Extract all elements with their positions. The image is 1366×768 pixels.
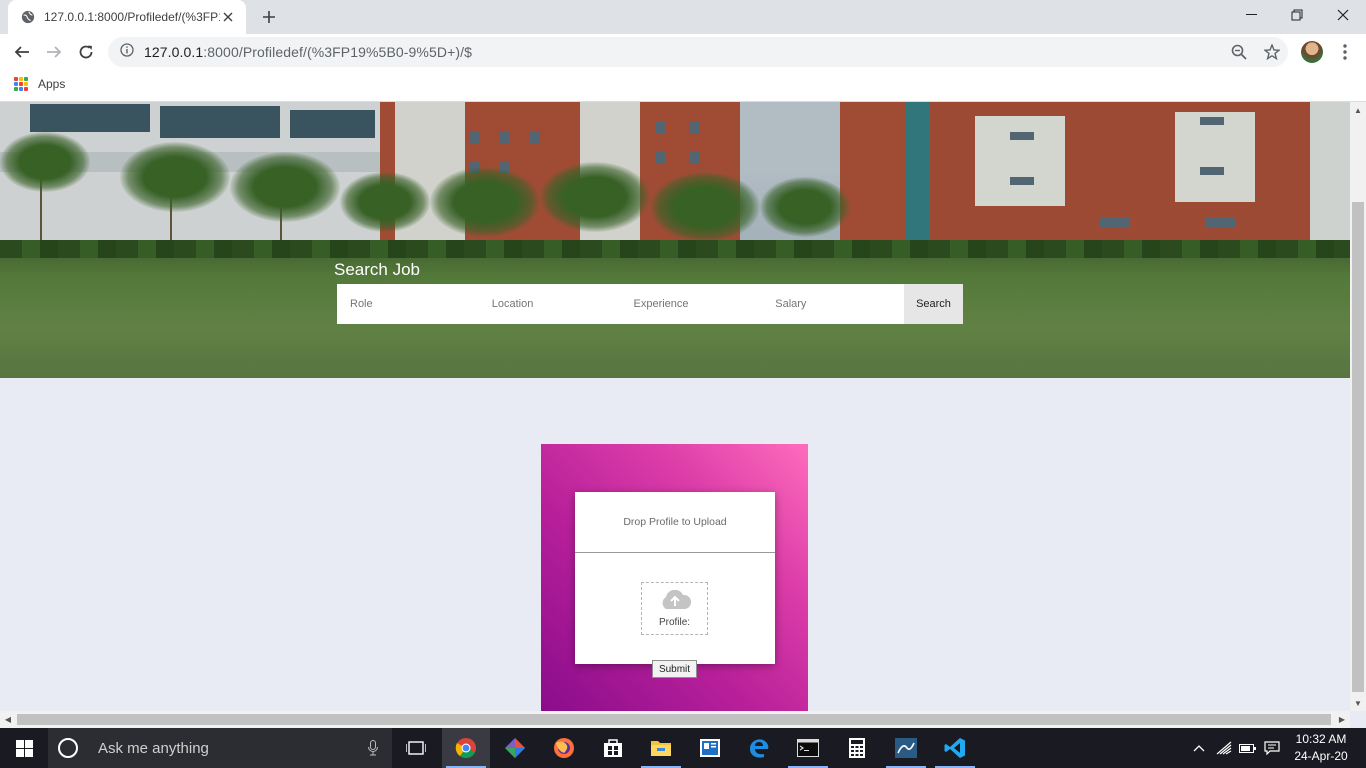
close-window-icon[interactable] [1320,0,1366,30]
browser-tab[interactable]: 127.0.0.1:8000/Profiledef/(%3FP19%5B0-9%… [8,0,246,34]
job-search-bar: Search [337,284,963,324]
minimize-window-icon[interactable] [1228,0,1274,30]
apps-grid-icon [14,77,28,91]
windows-start-icon[interactable] [0,728,48,768]
back-icon[interactable] [8,38,36,66]
salary-input[interactable] [762,284,904,324]
cortana-icon [58,738,78,758]
search-job-title: Search Job [334,260,420,279]
vscode-icon[interactable] [931,728,979,768]
url-text: 127.0.0.1:8000/Profiledef/(%3FP19%5B0-9%… [144,44,472,60]
restore-window-icon[interactable] [1274,0,1320,30]
profile-drop-zone[interactable]: Profile: [641,582,708,635]
mysql-workbench-icon[interactable] [882,728,930,768]
browser-toolbar: 127.0.0.1:8000/Profiledef/(%3FP19%5B0-9%… [0,34,1366,71]
tab-title: 127.0.0.1:8000/Profiledef/(%3FP19%5B0-9%… [44,10,220,24]
edge-icon[interactable] [735,728,783,768]
firefox-icon[interactable] [540,728,588,768]
hero-banner: Search Job Search [0,102,1350,378]
browser-menu-icon[interactable] [1333,38,1357,66]
new-tab-button[interactable] [258,6,280,28]
cortana-search-box[interactable]: Ask me anything [48,728,392,768]
zoom-icon[interactable] [1225,37,1253,67]
clock-time: 10:32 AM [1295,732,1347,746]
url-host: 127.0.0.1 [144,44,204,60]
microphone-icon[interactable] [368,740,378,761]
browser-tab-strip: 127.0.0.1:8000/Profiledef/(%3FP19%5B0-9%… [0,0,1366,34]
clock-date: 24-Apr-20 [1294,749,1348,763]
cortana-placeholder: Ask me anything [98,739,209,757]
scroll-down-icon[interactable]: ▼ [1350,695,1366,711]
apps-shortcut[interactable]: Apps [14,77,65,91]
windows-taskbar: Ask me anything 10:32 AM 24-Apr-20 [0,728,1366,768]
forward-icon[interactable] [40,38,68,66]
address-bar[interactable]: 127.0.0.1:8000/Profiledef/(%3FP19%5B0-9%… [108,37,1288,67]
battery-icon[interactable] [1236,728,1260,768]
globe-icon [20,9,36,25]
horizontal-scroll-thumb[interactable] [17,714,1331,725]
scroll-left-icon[interactable]: ◀ [0,711,16,727]
page-viewport: Search Job Search Drop Profile to Upload… [0,102,1350,711]
search-button[interactable]: Search [904,284,963,324]
apps-label: Apps [38,77,66,91]
profile-upload-card: Drop Profile to Upload Profile: Submit [541,444,808,711]
url-path: :8000/Profiledef/(%3FP19%5B0-9%5D+)/$ [203,44,472,60]
system-clock[interactable]: 10:32 AM 24-Apr-20 [1286,731,1356,765]
store-icon[interactable] [589,728,637,768]
scroll-right-icon[interactable]: ▶ [1334,711,1350,727]
vertical-scroll-thumb[interactable] [1352,202,1364,692]
profile-label: Profile: [658,616,691,628]
task-view-icon[interactable] [392,728,440,768]
bookmarks-bar: Apps [0,71,1366,102]
submit-button[interactable]: Submit [652,660,697,678]
bookmark-star-icon[interactable] [1258,37,1286,67]
hero-overlay [0,102,1350,378]
news-icon[interactable] [686,728,734,768]
reload-icon[interactable] [72,38,100,66]
file-explorer-icon[interactable] [637,728,685,768]
profile-avatar[interactable] [1301,41,1323,63]
upload-dropbox: Drop Profile to Upload Profile: [575,492,775,664]
close-tab-icon[interactable] [220,9,236,25]
terminal-icon[interactable] [784,728,832,768]
upload-header: Drop Profile to Upload [575,492,775,553]
experience-input[interactable] [620,284,763,324]
chrome-icon[interactable] [442,728,490,768]
scroll-up-icon[interactable]: ▲ [1350,102,1366,118]
action-center-icon[interactable] [1260,728,1284,768]
wifi-icon[interactable] [1212,728,1236,768]
info-icon[interactable] [120,42,134,62]
calculator-icon[interactable] [833,728,881,768]
role-input[interactable] [337,284,479,324]
location-input[interactable] [478,284,621,324]
cloud-upload-icon [658,589,692,615]
tray-overflow-icon[interactable] [1188,728,1210,768]
git-icon[interactable] [491,728,539,768]
